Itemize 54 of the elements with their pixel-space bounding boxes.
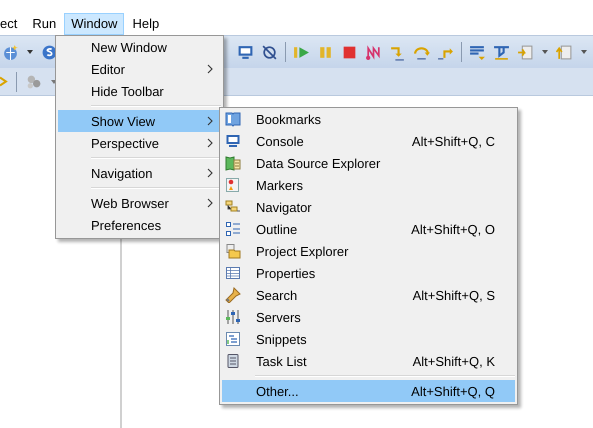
menu-title[interactable]: Help bbox=[125, 13, 166, 35]
dropdown-caret-icon[interactable] bbox=[26, 48, 34, 56]
menu-title[interactable]: Window bbox=[64, 13, 124, 35]
menu-item[interactable]: Other... Alt+Shift+Q, Q bbox=[222, 380, 515, 402]
shortcut-text: Alt+Shift+Q, S bbox=[412, 288, 495, 302]
menu-item[interactable]: Data Source Explorer bbox=[222, 152, 515, 174]
shortcut-text: Alt+Shift+Q, Q bbox=[411, 384, 495, 398]
monitor-icon bbox=[225, 133, 241, 149]
menu-item[interactable]: Project Explorer bbox=[222, 240, 515, 262]
table-icon bbox=[225, 265, 241, 281]
menu-item[interactable]: Navigation bbox=[58, 162, 221, 184]
marker-icon bbox=[225, 177, 241, 193]
menu-title[interactable]: ect bbox=[0, 13, 24, 35]
stop-icon[interactable] bbox=[341, 44, 358, 60]
menu-item[interactable]: Properties bbox=[222, 262, 515, 284]
menu-item[interactable]: New Window bbox=[58, 36, 221, 58]
gears-icon[interactable] bbox=[25, 73, 42, 90]
map-icon bbox=[225, 155, 241, 171]
menu-item[interactable]: Editor bbox=[58, 58, 221, 80]
menu-item[interactable]: Task List Alt+Shift+Q, K bbox=[222, 350, 515, 372]
monitor-icon[interactable] bbox=[237, 44, 254, 60]
snippet-icon bbox=[225, 331, 241, 347]
dropdown-caret-icon[interactable] bbox=[541, 48, 549, 56]
book-icon bbox=[225, 111, 241, 127]
menu-item[interactable]: Navigator bbox=[222, 196, 515, 218]
flashlight-icon bbox=[225, 287, 241, 303]
outline-icon bbox=[225, 221, 241, 237]
menu-item[interactable]: Snippets bbox=[222, 328, 515, 350]
clipboard-icon bbox=[225, 353, 241, 369]
shortcut-text: Alt+Shift+Q, K bbox=[412, 354, 495, 368]
menu-item[interactable]: Servers bbox=[222, 306, 515, 328]
lines-icon[interactable] bbox=[469, 44, 486, 60]
document-arrow-icon[interactable] bbox=[517, 44, 534, 60]
dropdown-caret-icon[interactable] bbox=[580, 48, 588, 56]
menu-title[interactable]: Run bbox=[25, 13, 64, 35]
menu-item[interactable]: Perspective bbox=[58, 132, 221, 154]
filter-icon[interactable] bbox=[493, 44, 510, 60]
folder-icon bbox=[225, 243, 241, 259]
menu-item[interactable]: Console Alt+Shift+Q, C bbox=[222, 130, 515, 152]
menu-item[interactable]: Preferences bbox=[58, 214, 221, 236]
shortcut-text: Alt+Shift+Q, C bbox=[412, 134, 495, 148]
globe-icon[interactable] bbox=[2, 44, 19, 60]
menu-item[interactable]: Show View bbox=[58, 110, 221, 132]
sliders-icon bbox=[225, 309, 241, 325]
menu-item[interactable]: Outline Alt+Shift+Q, O bbox=[222, 218, 515, 240]
menu-item[interactable]: Web Browser bbox=[58, 192, 221, 214]
shortcut-text: Alt+Shift+Q, O bbox=[411, 222, 495, 236]
menu-item[interactable]: Hide Toolbar bbox=[58, 80, 221, 102]
disconnect-icon[interactable] bbox=[365, 44, 382, 60]
crossed-circle-icon[interactable] bbox=[261, 44, 278, 60]
menu-item[interactable]: Bookmarks bbox=[222, 108, 515, 130]
menu-item[interactable]: Markers bbox=[222, 174, 515, 196]
menu-item[interactable]: Search Alt+Shift+Q, S bbox=[222, 284, 515, 306]
document-up-icon[interactable] bbox=[556, 44, 573, 60]
